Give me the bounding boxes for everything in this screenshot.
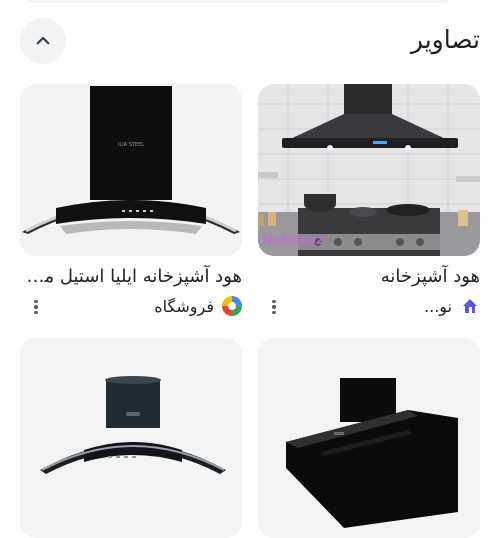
brand-text: ILIA STEEL [118,142,144,148]
result-caption[interactable]: هود آشپزخانه ایلیا استیل مد... [20,264,242,290]
result-thumbnail[interactable] [20,338,242,538]
house-icon [460,296,480,316]
result-thumbnail[interactable]: Nobesaz [258,84,480,256]
result-caption[interactable]: هود آشپزخانه [258,264,480,290]
result-thumbnail[interactable] [258,338,480,538]
more-options-button[interactable] [26,295,46,319]
multicolor-logo-icon [222,296,242,316]
chevron-up-icon [36,36,50,45]
result-source[interactable]: نو... [424,294,452,320]
section-title: تصاویر [410,25,480,54]
result-thumbnail[interactable]: ILIA STEEL [20,84,242,256]
top-divider [28,0,448,3]
result-source[interactable]: فروشگاه [154,294,214,320]
watermark-text: Nobesaz [262,233,324,248]
collapse-button[interactable] [20,18,66,64]
more-options-button[interactable] [264,295,284,319]
